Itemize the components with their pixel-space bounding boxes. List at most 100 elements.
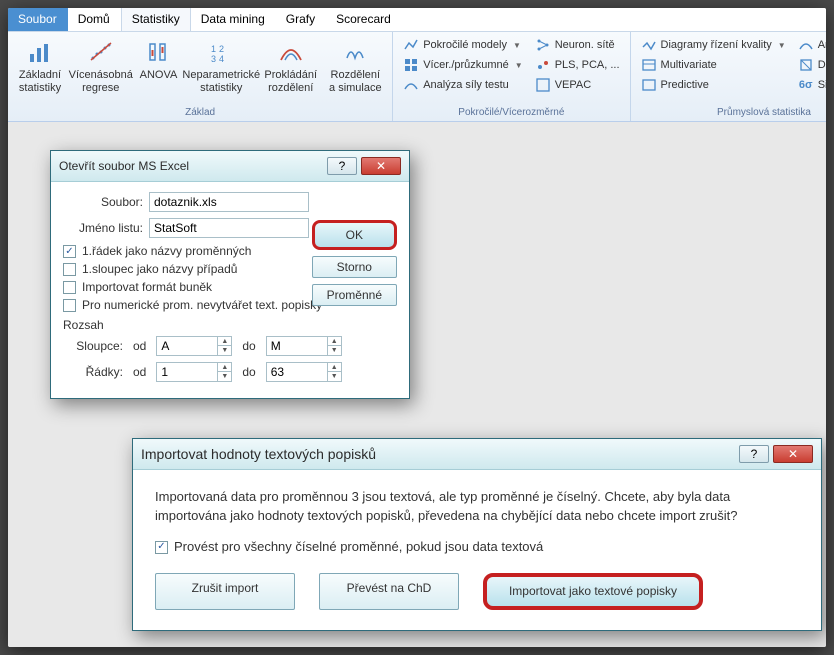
col-to-input[interactable] — [267, 339, 327, 353]
col-from-spinner[interactable]: ▲▼ — [156, 336, 232, 356]
from-label: od — [133, 365, 146, 379]
multivariate-button[interactable]: Multivariate — [637, 56, 790, 74]
tab-statistics[interactable]: Statistiky — [121, 8, 191, 31]
tab-datamining[interactable]: Data mining — [191, 8, 276, 31]
spin-down-icon[interactable]: ▼ — [218, 372, 231, 381]
anova-button[interactable]: ANOVA — [133, 34, 183, 84]
dialog-titlebar: Otevřít soubor MS Excel ? ✕ — [51, 151, 409, 182]
help-button[interactable]: ? — [327, 157, 357, 175]
power-label: Analýza síly testu — [423, 79, 509, 91]
process-button[interactable]: Analýza proce — [794, 36, 826, 54]
sixsigma-label: Six Sigma — [818, 79, 826, 91]
vepac-label: VEPAC — [555, 79, 591, 91]
file-input[interactable] — [149, 192, 309, 212]
to-label: do — [242, 365, 255, 379]
storno-button[interactable]: Storno — [312, 256, 397, 278]
row-from-input[interactable] — [157, 365, 217, 379]
close-button[interactable]: ✕ — [361, 157, 401, 175]
adv-models-button[interactable]: Pokročilé modely ▼ — [399, 36, 527, 54]
open-excel-dialog: Otevřít soubor MS Excel ? ✕ Soubor: Jmén… — [50, 150, 410, 399]
range-fieldset-label: Rozsah — [63, 318, 397, 332]
col-from-input[interactable] — [157, 339, 217, 353]
convert-chd-button[interactable]: Převést na ChD — [319, 573, 459, 610]
col-to-spinner[interactable]: ▲▼ — [266, 336, 342, 356]
sixsigma-icon: 6σ — [798, 77, 814, 93]
predictive-button[interactable]: Predictive — [637, 76, 790, 94]
vepac-button[interactable]: VEPAC — [531, 76, 624, 94]
col1-checkbox[interactable] — [63, 263, 76, 276]
row-to-spinner[interactable]: ▲▼ — [266, 362, 342, 382]
basic-stats-button[interactable]: Základní statistiky — [12, 34, 68, 96]
multiexp-label: Vícer./průzkumné — [423, 59, 509, 71]
to-label: do — [242, 339, 255, 353]
apply-all-checkbox-label: Provést pro všechny číselné proměnné, po… — [174, 538, 543, 557]
basic-stats-label: Základní statistiky — [16, 69, 64, 94]
multivariate-label: Multivariate — [661, 59, 717, 71]
row-from-spinner[interactable]: ▲▼ — [156, 362, 232, 382]
pls-icon — [535, 57, 551, 73]
multi-regression-button[interactable]: Vícenásobná regrese — [68, 34, 133, 96]
anova-label: ANOVA — [140, 69, 178, 82]
rows-label: Řádky: — [63, 365, 123, 379]
vepac-icon — [535, 77, 551, 93]
ribbon: Základní statistiky Vícenásobná regrese … — [8, 32, 826, 122]
multivariate-icon — [641, 57, 657, 73]
pls-button[interactable]: PLS, PCA, ... — [531, 56, 624, 74]
quality-icon — [641, 37, 657, 53]
numeric-checkbox[interactable] — [63, 299, 76, 312]
numeric-checkbox-label: Pro numerické prom. nevytvářet text. pop… — [82, 298, 322, 312]
power-button[interactable]: Analýza síly testu — [399, 76, 527, 94]
format-checkbox[interactable] — [63, 281, 76, 294]
ribbon-group-advanced: Pokročilé modely ▼ Vícer./průzkumné ▼ An… — [393, 32, 630, 121]
ribbon-group-advanced-label: Pokročilé/Vícerozměrné — [397, 106, 625, 121]
sheet-input[interactable] — [149, 218, 309, 238]
spin-up-icon[interactable]: ▲ — [328, 363, 341, 372]
basic-stats-icon — [24, 36, 56, 68]
multiexp-button[interactable]: Vícer./průzkumné ▼ — [399, 56, 527, 74]
doe-button[interactable]: DOE — [794, 56, 826, 74]
neural-icon — [535, 37, 551, 53]
multi-regression-label: Vícenásobná regrese — [69, 69, 133, 94]
tab-file[interactable]: Soubor — [8, 8, 68, 31]
chevron-down-icon: ▼ — [778, 41, 786, 50]
sim-button[interactable]: Rozdělení a simulace — [322, 34, 388, 96]
close-button[interactable]: ✕ — [773, 445, 813, 463]
quality-button[interactable]: Diagramy řízení kvality ▼ — [637, 36, 790, 54]
ribbon-tabs: Soubor Domů Statistiky Data mining Grafy… — [8, 8, 826, 32]
anova-icon — [142, 36, 174, 68]
sixsigma-button[interactable]: 6σ Six Sigma ▼ — [794, 76, 826, 94]
spin-down-icon[interactable]: ▼ — [328, 346, 341, 355]
spin-up-icon[interactable]: ▲ — [218, 363, 231, 372]
apply-all-checkbox[interactable]: ✓ — [155, 541, 168, 554]
ribbon-group-industrial: Diagramy řízení kvality ▼ Multivariate P… — [631, 32, 826, 121]
sim-icon — [339, 36, 371, 68]
spin-up-icon[interactable]: ▲ — [218, 337, 231, 346]
spin-down-icon[interactable]: ▼ — [328, 372, 341, 381]
fit-button[interactable]: Prokládání rozdělení — [259, 34, 322, 96]
neural-label: Neuron. sítě — [555, 39, 615, 51]
cancel-import-button[interactable]: Zrušit import — [155, 573, 295, 610]
neural-button[interactable]: Neuron. sítě — [531, 36, 624, 54]
ribbon-group-basic: Základní statistiky Vícenásobná regrese … — [8, 32, 393, 121]
format-checkbox-label: Importovat formát buněk — [82, 280, 212, 294]
ok-button[interactable]: OK — [312, 220, 397, 250]
variables-button[interactable]: Proměnné — [312, 284, 397, 306]
spin-down-icon[interactable]: ▼ — [218, 346, 231, 355]
chevron-down-icon: ▼ — [515, 61, 523, 70]
row1-checkbox[interactable]: ✓ — [63, 245, 76, 258]
ribbon-group-basic-label: Základ — [12, 106, 388, 121]
from-label: od — [133, 339, 146, 353]
spin-up-icon[interactable]: ▲ — [328, 337, 341, 346]
dialog-title: Importovat hodnoty textových popisků — [141, 446, 733, 462]
tab-charts[interactable]: Grafy — [276, 8, 326, 31]
import-text-labels-button[interactable]: Importovat jako textové popisky — [483, 573, 703, 610]
row-to-input[interactable] — [267, 365, 327, 379]
tab-home[interactable]: Domů — [68, 8, 121, 31]
nonparam-button[interactable]: 1234 Neparametrické statistiky — [183, 34, 259, 96]
tab-scorecard[interactable]: Scorecard — [326, 8, 402, 31]
svg-text:2: 2 — [219, 44, 224, 54]
doe-label: DOE — [818, 59, 826, 71]
process-icon — [798, 37, 814, 53]
predictive-label: Predictive — [661, 79, 709, 91]
help-button[interactable]: ? — [739, 445, 769, 463]
